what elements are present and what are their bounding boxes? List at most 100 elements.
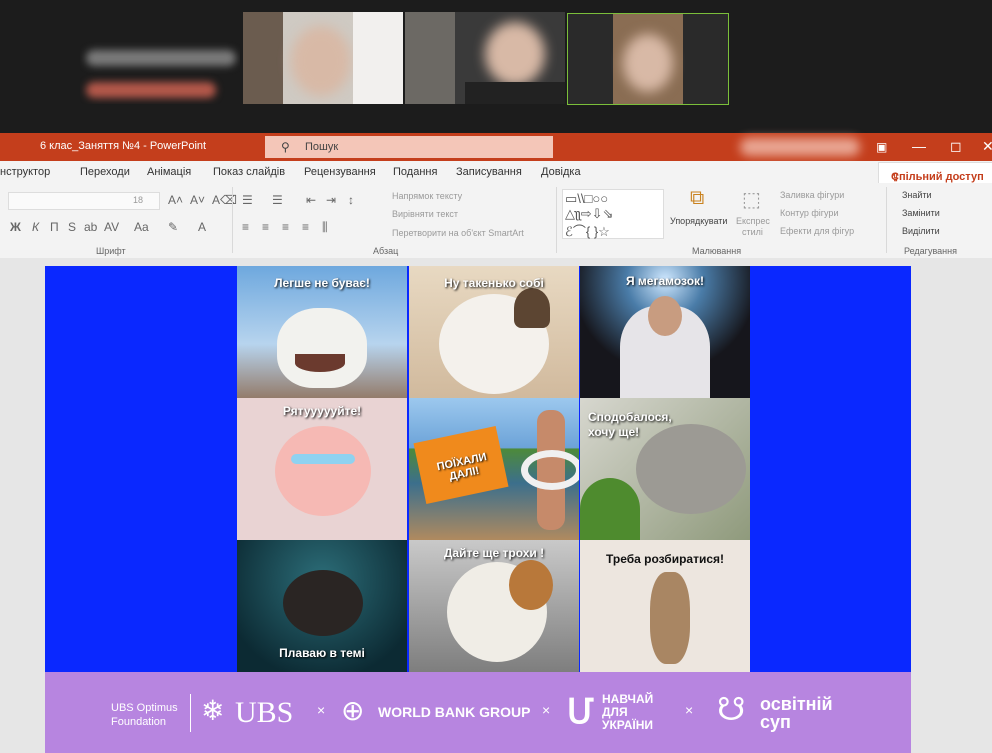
navchai-line3: УКРАЇНИ — [602, 718, 654, 732]
tab-review[interactable]: Рецензування — [304, 166, 376, 178]
ubs-optimus-line2: Foundation — [111, 716, 167, 728]
shapes-gallery[interactable]: ▭\\□○○ △ʅʅ⇨⇩⇘ ℰ⌒{ }☆ — [562, 189, 664, 239]
close-icon[interactable]: ✕ — [982, 138, 992, 155]
share-button[interactable]: ⇪ Спільний доступ — [878, 162, 992, 184]
meme-caption: Легше не буває! — [274, 276, 370, 290]
tab-slideshow[interactable]: Показ слайдів — [213, 166, 285, 178]
meme-caption: Треба розбиратися! — [605, 552, 725, 566]
align-text-button[interactable]: Вирівняти текст — [392, 209, 458, 219]
increase-font-icon[interactable]: A˄ — [168, 193, 183, 207]
tab-help[interactable]: Довідка — [541, 166, 581, 178]
find-button[interactable]: Знайти — [902, 190, 932, 200]
group-label-editing: Редагування — [904, 246, 957, 256]
arrange-icon[interactable]: ⧉ — [690, 187, 704, 210]
align-center-icon[interactable]: ≡ — [262, 220, 269, 234]
man-head — [648, 296, 682, 336]
shape-effects-button[interactable]: Ефекти для фігур — [780, 226, 854, 236]
soup-logo-icon: ☋ — [717, 691, 746, 727]
char-spacing-icon[interactable]: AV — [104, 220, 119, 234]
shapes-row-1-icon: ▭\\□○○ — [565, 191, 609, 206]
ribbon: 18 A˄ A˅ A⌫ Ж К П S ab AV Aa ✎ A Шрифт ☰… — [0, 183, 992, 259]
search-icon: ⚲ — [281, 140, 290, 154]
world-bank-globe-icon: ⊕ — [341, 695, 365, 726]
times-separator-3: × — [685, 702, 694, 718]
shape-outline-button[interactable]: Контур фігури — [780, 208, 838, 218]
tab-animation[interactable]: Анімація — [147, 166, 191, 178]
participant-tile-3[interactable] — [405, 12, 565, 104]
osvitniy-line2: суп — [760, 712, 791, 732]
unicorn-float — [521, 450, 579, 490]
select-button[interactable]: Виділити — [902, 226, 940, 236]
meme-goat: Легше не буває! — [237, 266, 407, 408]
italic-icon[interactable]: К — [32, 220, 39, 234]
increase-indent-icon[interactable]: ⇥ — [326, 193, 336, 207]
meme-caption: Сподобалося, хочу ще! — [588, 410, 672, 439]
account-name[interactable] — [740, 138, 860, 156]
participant-tile-2[interactable] — [243, 12, 403, 104]
meme-cat-smile: Ну такенько собі — [409, 266, 579, 408]
meme-caption: Рятуууууйте! — [282, 404, 362, 418]
line-spacing-icon[interactable]: ↕ — [348, 193, 354, 207]
font-color-icon[interactable]: A — [198, 220, 206, 234]
shadow-icon[interactable]: S — [68, 220, 76, 234]
change-case-icon[interactable]: Aa — [134, 220, 149, 234]
tab-view[interactable]: Подання — [393, 166, 437, 178]
meme-man-glow: Я мегамозок! — [580, 266, 750, 408]
quick-styles-icon[interactable]: ⬚ — [742, 187, 761, 212]
highlight-icon[interactable]: ✎ — [168, 220, 178, 234]
slide[interactable]: Легше не буває! Ну такенько собі Я мегам… — [45, 266, 911, 753]
justify-icon[interactable]: ≡ — [302, 220, 309, 234]
participant-tile-1[interactable] — [80, 12, 240, 104]
world-bank-text: WORLD BANK GROUP — [378, 704, 531, 720]
quick-styles-label-1[interactable]: Експрес — [736, 216, 770, 226]
quick-styles-label-2[interactable]: стилі — [742, 227, 763, 237]
document-title: 6 клас_Заняття №4 - PowerPoint — [40, 140, 207, 152]
underline-icon[interactable]: П — [50, 220, 59, 234]
font-size-value: 18 — [133, 195, 144, 205]
ubs-logo-text: UBS — [235, 696, 294, 729]
arrange-button[interactable]: Упорядкувати — [670, 216, 727, 226]
numbering-icon[interactable]: ☰ — [272, 193, 283, 207]
font-size-box[interactable]: 18 — [8, 192, 160, 210]
replace-button[interactable]: Замінити — [902, 208, 940, 218]
strikethrough-icon[interactable]: ab — [84, 220, 97, 234]
tab-transitions[interactable]: Переходи — [80, 166, 130, 178]
columns-icon[interactable]: ⫼ — [322, 220, 328, 235]
align-right-icon[interactable]: ≡ — [282, 220, 289, 234]
cartoon-cat-body — [275, 426, 371, 516]
decrease-font-icon[interactable]: A˅ — [190, 193, 205, 207]
meme-dog-underwater: Плаваю в темі — [237, 540, 407, 672]
minimize-icon[interactable]: — — [912, 138, 926, 154]
shape-fill-button[interactable]: Заливка фігури — [780, 190, 844, 200]
tab-recording[interactable]: Записування — [456, 166, 522, 178]
ubs-keys-icon: ❄ — [201, 695, 225, 726]
times-separator-2: × — [542, 702, 551, 718]
powerpoint-title-bar: 6 клас_Заняття №4 - PowerPoint ⚲ Пошук ▣… — [0, 133, 992, 161]
align-left-icon[interactable]: ≡ — [242, 220, 249, 234]
search-box[interactable]: ⚲ Пошук — [265, 136, 553, 158]
navchai-line1: НАВЧАЙ — [602, 692, 654, 706]
goat-mouth — [295, 354, 345, 372]
decrease-indent-icon[interactable]: ⇤ — [306, 193, 316, 207]
share-label: Спільний доступ — [891, 171, 984, 183]
bold-icon[interactable]: Ж — [10, 220, 21, 234]
ribbon-tabs: нструктор Переходи Анімація Показ слайді… — [0, 161, 992, 184]
meme-squirrel: Треба розбиратися! — [580, 540, 750, 672]
convert-smartart-button[interactable]: Перетворити на об'єкт SmartArt — [392, 228, 524, 238]
text-direction-button[interactable]: Напрямок тексту — [392, 191, 462, 201]
shapes-row-2-icon: △ʅʅ⇨⇩⇘ — [565, 206, 614, 221]
cat-patch — [509, 560, 553, 610]
cartoon-cat-tears — [291, 454, 355, 464]
slide-footer-partners: UBS Optimus Foundation ❄ UBS × ⊕ WORLD B… — [45, 672, 911, 753]
participant-tile-4-active[interactable] — [567, 13, 729, 105]
tab-designer[interactable]: нструктор — [0, 166, 50, 178]
meme-caption: Ну такенько собі — [444, 276, 544, 290]
bullets-icon[interactable]: ☰ — [242, 193, 253, 207]
clear-format-icon[interactable]: A⌫ — [212, 193, 237, 207]
ribbon-display-options-icon[interactable]: ▣ — [876, 140, 887, 154]
restore-icon[interactable]: ◻ — [950, 138, 962, 155]
group-label-drawing: Малювання — [692, 246, 742, 256]
group-label-paragraph: Абзац — [373, 246, 399, 256]
squirrel-body — [650, 572, 690, 664]
search-placeholder: Пошук — [305, 141, 339, 153]
